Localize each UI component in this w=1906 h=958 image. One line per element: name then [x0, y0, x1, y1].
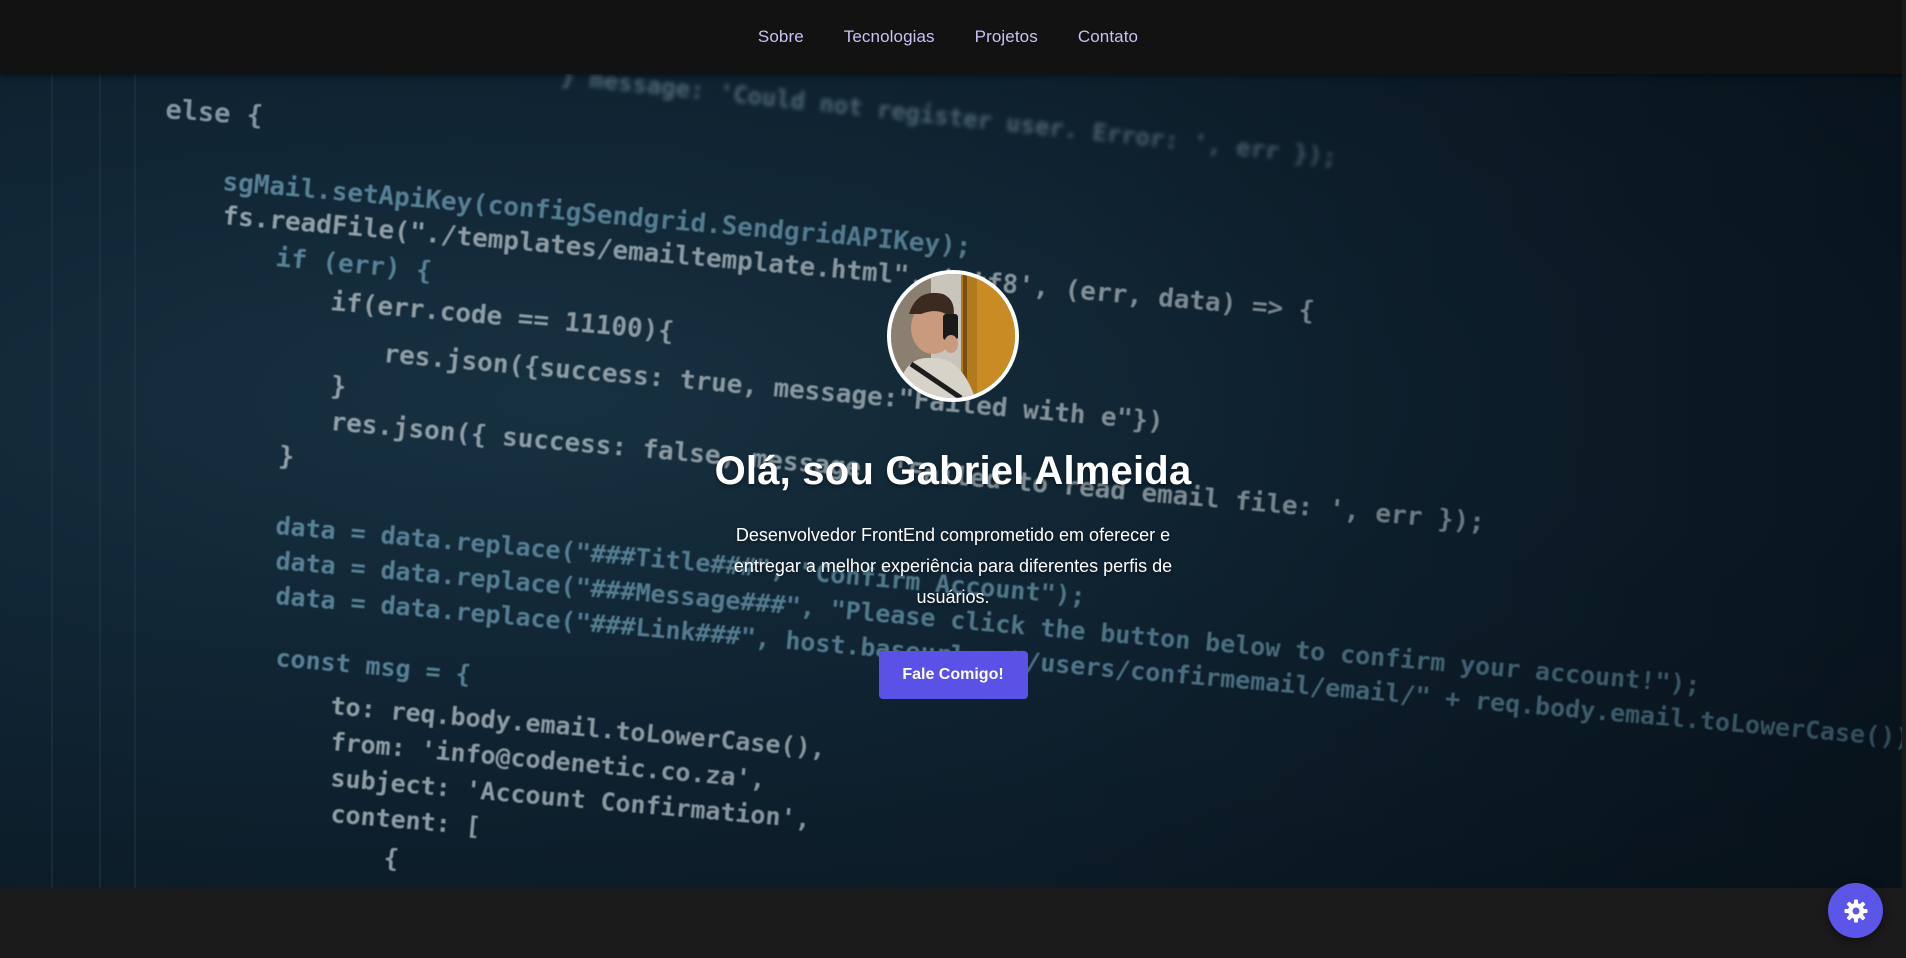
profile-avatar [887, 270, 1019, 402]
page: Sobre Tecnologias Projetos Contato } mes… [0, 0, 1906, 958]
profile-photo [891, 274, 1015, 398]
nav-link-contato[interactable]: Contato [1078, 27, 1138, 47]
nav-link-projetos[interactable]: Projetos [975, 27, 1038, 47]
nav-link-tecnologias[interactable]: Tecnologias [844, 27, 935, 47]
hero-subtitle: Desenvolvedor FrontEnd comprometido em o… [733, 525, 1173, 607]
contact-me-button[interactable]: Fale Comigo! [878, 651, 1028, 699]
hero-content: Olá, sou Gabriel Almeida Desenvolvedor F… [653, 270, 1253, 699]
scrollbar[interactable] [1902, 0, 1906, 958]
theme-toggle-button[interactable] [1828, 883, 1883, 938]
nav-link-sobre[interactable]: Sobre [758, 27, 804, 47]
gear-icon [1844, 899, 1867, 922]
hero-title: Olá, sou Gabriel Almeida [714, 449, 1192, 493]
hero-section: } message: 'Could not register user. Err… [0, 74, 1906, 888]
top-navigation: Sobre Tecnologias Projetos Contato [0, 0, 1906, 74]
